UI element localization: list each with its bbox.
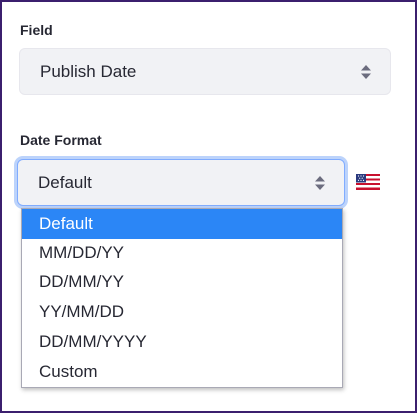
field-label: Field: [20, 22, 53, 38]
field-select[interactable]: Publish Date: [19, 48, 391, 95]
dropdown-option-custom[interactable]: Custom: [22, 357, 342, 387]
dropdown-option-mm-dd-yy[interactable]: MM/DD/YY: [22, 238, 342, 268]
updown-arrows-icon: [315, 175, 325, 190]
date-format-select[interactable]: Default: [17, 159, 345, 206]
date-format-label: Date Format: [20, 132, 102, 148]
date-format-select-value: Default: [38, 172, 92, 192]
dropdown-option-default[interactable]: Default: [22, 209, 342, 239]
us-flag-icon[interactable]: [356, 174, 380, 190]
dropdown-option-dd-mm-yyyy[interactable]: DD/MM/YYYY: [22, 327, 342, 357]
dropdown-option-yy-mm-dd[interactable]: YY/MM/DD: [22, 297, 342, 327]
dropdown-option-dd-mm-yy[interactable]: DD/MM/YY: [22, 267, 342, 297]
updown-arrows-icon: [361, 64, 371, 79]
field-select-value: Publish Date: [40, 61, 137, 81]
date-format-dropdown: Default MM/DD/YY DD/MM/YY YY/MM/DD DD/MM…: [21, 208, 343, 388]
